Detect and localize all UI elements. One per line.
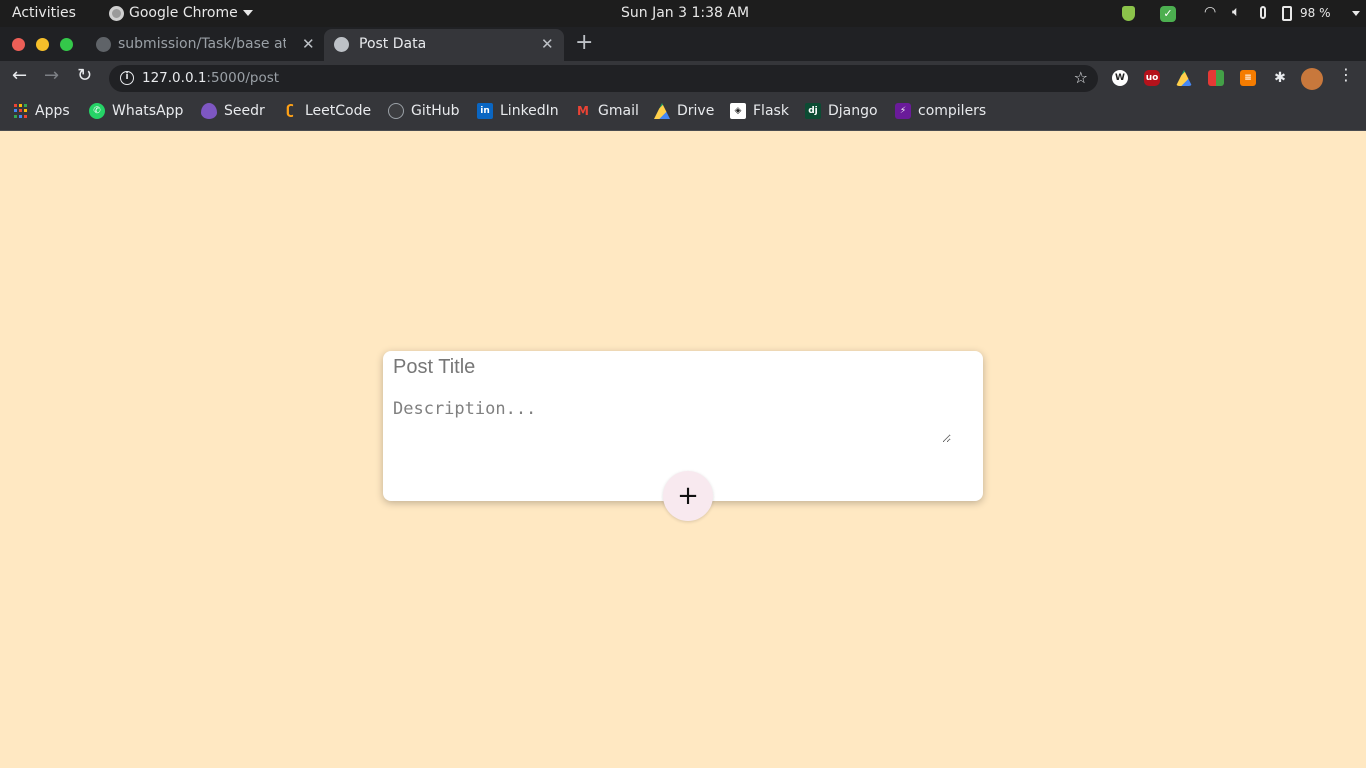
bookmark-leetcode[interactable]: ʗ LeetCode [282, 103, 371, 119]
activities-button[interactable]: Activities [12, 5, 76, 21]
description-textarea[interactable] [393, 399, 951, 443]
window-maximize-button[interactable] [60, 38, 73, 51]
close-icon[interactable]: ✕ [541, 35, 554, 53]
url-host: 127.0.0.1 [142, 70, 207, 86]
github-icon [388, 103, 404, 119]
tab-title: submission/Task/base at [118, 36, 286, 52]
chrome-icon [109, 5, 124, 21]
drive-icon [654, 103, 670, 119]
bookmark-github[interactable]: GitHub [388, 103, 460, 119]
check-icon[interactable]: ✓ [1160, 6, 1176, 22]
bookmark-label: Gmail [598, 103, 639, 119]
bookmark-whatsapp[interactable]: ✆ WhatsApp [89, 103, 183, 119]
django-icon: dj [805, 103, 821, 119]
clock[interactable]: Sun Jan 3 1:38 AM [621, 5, 749, 21]
kebab-menu-icon[interactable]: ⋮ [1338, 65, 1354, 84]
bookmark-django[interactable]: dj Django [805, 103, 878, 119]
bookmark-label: Apps [35, 103, 70, 119]
address-bar[interactable]: i 127.0.0.1:5000/post ☆ [109, 65, 1098, 92]
system-top-bar: Activities Google Chrome Sun Jan 3 1:38 … [0, 0, 1366, 27]
ublock-extension-icon[interactable]: uo [1144, 70, 1160, 86]
seedr-icon [201, 103, 217, 119]
bookmark-gmail[interactable]: M Gmail [575, 103, 639, 119]
browser-toolbar: ← → ↻ i 127.0.0.1:5000/post ☆ W uo ≡ ✱ ⋮ [0, 61, 1366, 96]
bookmark-drive[interactable]: Drive [654, 103, 714, 119]
app-menu[interactable]: Google Chrome [109, 5, 253, 21]
bookmark-label: LinkedIn [500, 103, 559, 119]
bookmark-seedr[interactable]: Seedr [201, 103, 265, 119]
tab-github[interactable]: submission/Task/base at ✕ [86, 29, 322, 61]
window-minimize-button[interactable] [36, 38, 49, 51]
battery-icon[interactable] [1282, 6, 1292, 21]
tab-title: Post Data [359, 36, 427, 52]
close-icon[interactable]: ✕ [302, 35, 315, 53]
bookmark-label: WhatsApp [112, 103, 184, 119]
leetcode-icon: ʗ [286, 103, 294, 118]
url-text[interactable]: 127.0.0.1:5000/post [142, 70, 279, 86]
bookmark-label: Django [828, 103, 878, 119]
bookmark-label: Drive [677, 103, 715, 119]
window-close-button[interactable] [12, 38, 25, 51]
bookmark-label: Seedr [224, 103, 265, 119]
chevron-down-icon [242, 10, 253, 16]
layers-extension-icon[interactable]: ≡ [1240, 70, 1256, 86]
bookmark-star-icon[interactable]: ☆ [1074, 68, 1088, 87]
new-tab-button[interactable]: + [575, 30, 593, 55]
colorful-extension-icon[interactable] [1208, 70, 1224, 86]
drive-extension-icon[interactable] [1176, 70, 1192, 86]
bookmark-label: compilers [918, 103, 987, 119]
system-tray[interactable]: ✓ ◠ 🔈︎ 98 % [1106, 0, 1366, 27]
microphone-icon[interactable] [1260, 6, 1266, 19]
add-post-button[interactable]: + [663, 471, 713, 521]
chevron-down-icon[interactable] [1352, 11, 1360, 16]
globe-icon [334, 37, 349, 52]
bookmark-flask[interactable]: ◈ Flask [730, 103, 789, 119]
wappalyzer-extension-icon[interactable]: W [1112, 70, 1128, 86]
whatsapp-icon: ✆ [89, 103, 105, 119]
bookmarks-bar: Apps ✆ WhatsApp Seedr ʗ LeetCode GitHub … [0, 96, 1366, 131]
linkedin-icon: in [477, 103, 493, 119]
app-menu-label: Google Chrome [129, 5, 238, 21]
gmail-icon: M [577, 104, 589, 118]
bookmark-label: Flask [753, 103, 789, 119]
battery-percent: 98 % [1300, 6, 1331, 20]
shield-icon[interactable] [1122, 6, 1135, 21]
github-icon [96, 37, 111, 52]
bookmark-label: GitHub [411, 103, 460, 119]
flask-icon: ◈ [730, 103, 746, 119]
puzzle-icon[interactable]: ✱ [1272, 70, 1288, 86]
bookmark-compilers[interactable]: ⚡︎ compilers [895, 103, 986, 119]
url-path: :5000/post [206, 70, 280, 86]
post-title-input[interactable] [393, 353, 963, 381]
compilers-icon: ⚡︎ [895, 103, 911, 119]
avatar[interactable] [1301, 68, 1323, 90]
info-icon[interactable]: i [120, 71, 134, 85]
wifi-icon[interactable]: ◠ [1204, 4, 1216, 20]
reload-icon[interactable]: ↻ [77, 65, 92, 86]
forward-arrow-icon[interactable]: → [44, 65, 59, 86]
volume-icon[interactable]: 🔈︎ [1232, 4, 1240, 20]
post-form-card: + [383, 351, 983, 521]
bookmark-label: LeetCode [305, 103, 372, 119]
apps-grid-icon [14, 104, 28, 118]
bookmark-apps[interactable]: Apps [14, 103, 70, 119]
bookmark-linkedin[interactable]: in LinkedIn [477, 103, 559, 119]
back-arrow-icon[interactable]: ← [12, 65, 27, 86]
tab-post-data[interactable]: Post Data ✕ [324, 29, 564, 61]
